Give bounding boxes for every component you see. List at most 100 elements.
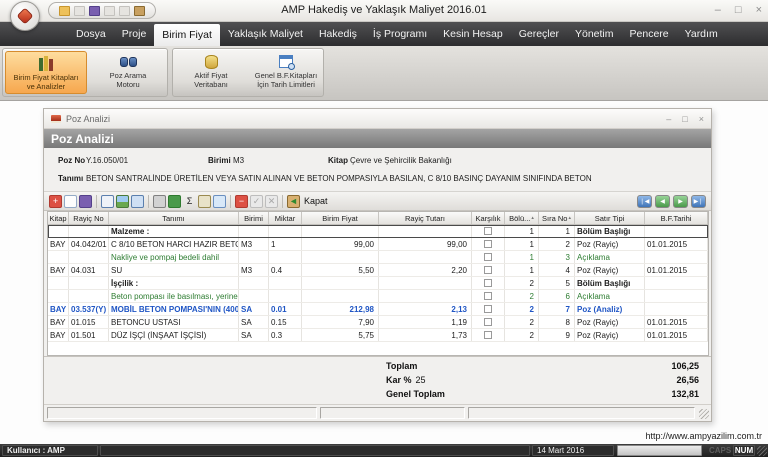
karsilik-checkbox[interactable] xyxy=(484,318,492,326)
cell-rayic_tutari: 2,13 xyxy=(379,303,472,315)
kapat-button-label[interactable]: Kapat xyxy=(304,196,328,206)
menu-item-proje[interactable]: Proje xyxy=(114,22,155,46)
sum-icon[interactable]: Σ xyxy=(183,195,196,208)
poz-window-titlebar[interactable]: Poz Analizi – □ × xyxy=(44,109,711,129)
cell-karsilik[interactable] xyxy=(472,316,505,328)
column-header-9[interactable]: Bölü...▴ xyxy=(505,212,539,224)
cell-karsilik[interactable] xyxy=(472,303,505,315)
transfer-icon[interactable] xyxy=(213,195,226,208)
cell-tanim: Nakliye ve pompaj bedeli dahil xyxy=(109,251,239,263)
karsilik-checkbox[interactable] xyxy=(484,331,492,339)
poz-maximize-button[interactable]: □ xyxy=(682,114,687,124)
kar-percent-value[interactable]: 25 xyxy=(416,375,426,385)
cell-miktar xyxy=(269,251,302,263)
maximize-button[interactable]: □ xyxy=(735,2,742,18)
karsilik-checkbox[interactable] xyxy=(484,253,492,261)
menu-item-kesin-hesap[interactable]: Kesin Hesap xyxy=(435,22,511,46)
column-header-1[interactable]: Kitap xyxy=(48,212,69,224)
table-row[interactable]: İşçilik :25Bölüm Başlığı xyxy=(48,277,708,290)
total-value-1: 106,25 xyxy=(671,361,699,371)
column-header-10[interactable]: Sıra No▴ xyxy=(539,212,575,224)
menu-item-dosya[interactable]: Dosya xyxy=(68,22,114,46)
menubar: DosyaProjeBirim FiyatYaklaşık MaliyetHak… xyxy=(0,22,768,46)
table-row[interactable]: BAY04.042/01C 8/10 BETON HARCI HAZIR BET… xyxy=(48,238,708,251)
cell-karsilik[interactable] xyxy=(472,277,505,289)
column-header-12[interactable]: B.F.Tarihi xyxy=(645,212,708,224)
print-icon[interactable] xyxy=(153,195,166,208)
menu-item-birim-fiyat[interactable]: Birim Fiyat xyxy=(154,24,220,46)
cell-karsilik[interactable] xyxy=(472,264,505,276)
table-row[interactable]: Malzeme :11Bölüm Başlığı xyxy=(48,225,708,238)
table-row[interactable]: BAY01.501DÜZ İŞÇİ (İNŞAAT İŞÇİSİ)SA0.35,… xyxy=(48,329,708,342)
database-icon xyxy=(205,55,218,69)
menu-item-gere-ler[interactable]: Gereçler xyxy=(511,22,567,46)
cell-karsilik[interactable] xyxy=(472,251,505,263)
cell-rayic_tutari xyxy=(379,277,472,289)
book-icon xyxy=(51,115,61,123)
cancel-icon[interactable]: ✕ xyxy=(265,195,278,208)
delete-icon[interactable]: − xyxy=(235,195,248,208)
total-value-3: 132,81 xyxy=(671,389,699,399)
aktif-fiyat-veritabani-button[interactable]: Aktif Fiyat Veritabanı xyxy=(175,51,247,94)
table-icon[interactable] xyxy=(131,195,144,208)
column-header-2[interactable]: Rayiç No xyxy=(69,212,109,224)
column-header-11[interactable]: Satır Tipi xyxy=(575,212,645,224)
website-link[interactable]: http://www.ampyazilim.com.tr xyxy=(645,431,762,441)
column-header-7[interactable]: Rayiç Tutarı xyxy=(379,212,472,224)
menu-item-yakla-k-maliyet[interactable]: Yaklaşık Maliyet xyxy=(220,22,311,46)
apply-icon[interactable]: ✓ xyxy=(250,195,263,208)
cell-birimi: SA xyxy=(239,303,269,315)
minimize-button[interactable]: – xyxy=(715,2,721,18)
app-logo-button[interactable] xyxy=(10,1,40,31)
nav-next-button[interactable]: ▶ xyxy=(673,195,688,208)
books-icon[interactable] xyxy=(79,195,92,208)
exit-icon[interactable]: ◄ xyxy=(287,195,300,208)
karsilik-checkbox[interactable] xyxy=(484,240,492,248)
add-icon[interactable]: + xyxy=(49,195,62,208)
column-header-3[interactable]: Tanımı xyxy=(109,212,239,224)
poz-arama-motoru-button[interactable]: Poz Arama Motoru xyxy=(89,51,167,94)
table-row[interactable]: BAY03.537(Y)MOBİL BETON POMPASI'NIN (400… xyxy=(48,303,708,316)
cell-karsilik[interactable] xyxy=(472,225,505,237)
cell-karsilik[interactable] xyxy=(472,290,505,302)
karsilik-checkbox[interactable] xyxy=(484,292,492,300)
karsilik-checkbox[interactable] xyxy=(484,279,492,287)
cell-bf_tarihi xyxy=(645,225,708,237)
menu-item-pencere[interactable]: Pencere xyxy=(622,22,677,46)
birim-fiyat-kitaplari-button[interactable]: Birim Fiyat Kitapları ve Analizler xyxy=(5,51,87,94)
karsilik-checkbox[interactable] xyxy=(484,227,492,235)
nav-first-button[interactable]: ❘◀ xyxy=(637,195,652,208)
menu-item-y-netim[interactable]: Yönetim xyxy=(567,22,622,46)
table-row[interactable]: Beton pompası ile basılması, yerine dök.… xyxy=(48,290,708,303)
totals-panel: Toplam106,25Kar %2526,56Genel Toplam132,… xyxy=(44,356,711,404)
excel-export-icon[interactable] xyxy=(168,195,181,208)
new-document-icon[interactable] xyxy=(64,195,77,208)
cell-birim_fiyat: 7,90 xyxy=(302,316,379,328)
table-row[interactable]: Nakliye ve pompaj bedeli dahil13Açıklama xyxy=(48,251,708,264)
close-button[interactable]: × xyxy=(756,2,762,18)
tarih-limitleri-button[interactable]: Genel B.F.Kitapları İçin Tarih Limitleri xyxy=(249,51,323,94)
menu-item-hakedi-[interactable]: Hakediş xyxy=(311,22,365,46)
table-row[interactable]: BAY04.031SUM30.45,502,2014Poz (Rayiç)01.… xyxy=(48,264,708,277)
cell-sira_no: 8 xyxy=(539,316,575,328)
resize-grip[interactable] xyxy=(699,409,709,419)
cell-karsilik[interactable] xyxy=(472,238,505,250)
karsilik-checkbox[interactable] xyxy=(484,266,492,274)
column-header-8[interactable]: Karşılık xyxy=(472,212,505,224)
nav-prev-button[interactable]: ◀ xyxy=(655,195,670,208)
nav-last-button[interactable]: ▶❘ xyxy=(691,195,706,208)
column-header-4[interactable]: Birimi xyxy=(239,212,269,224)
cell-karsilik[interactable] xyxy=(472,329,505,341)
resize-grip[interactable] xyxy=(757,446,767,456)
column-header-6[interactable]: Birim Fiyat xyxy=(302,212,379,224)
paste-icon[interactable] xyxy=(198,195,211,208)
menu-item-i-program-[interactable]: İş Programı xyxy=(365,22,435,46)
image-icon[interactable] xyxy=(116,195,129,208)
poz-close-button[interactable]: × xyxy=(699,114,704,124)
preview-icon[interactable] xyxy=(101,195,114,208)
table-row[interactable]: BAY01.015BETONCU USTASISA0.157,901,1928P… xyxy=(48,316,708,329)
poz-minimize-button[interactable]: – xyxy=(666,114,671,124)
column-header-5[interactable]: Miktar xyxy=(269,212,302,224)
menu-item-yard-m[interactable]: Yardım xyxy=(677,22,726,46)
karsilik-checkbox[interactable] xyxy=(484,305,492,313)
